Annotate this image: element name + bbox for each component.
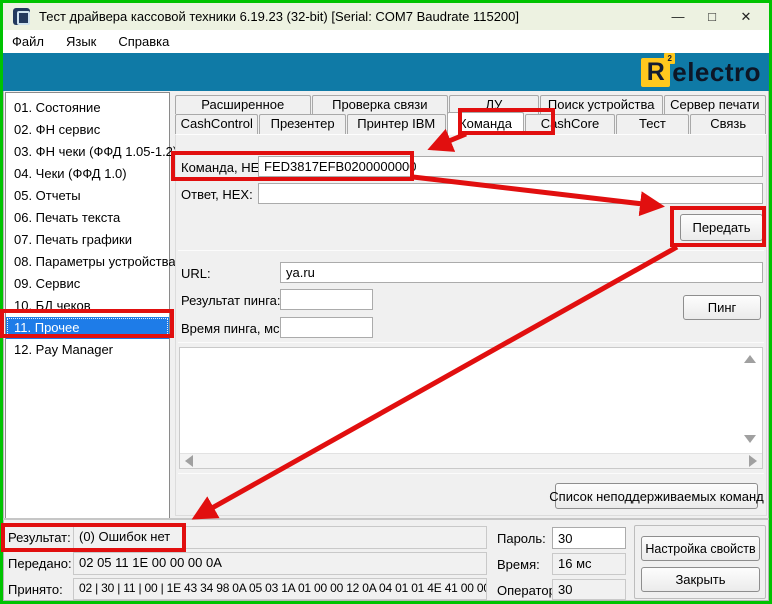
maximize-button[interactable]: □ xyxy=(695,3,729,30)
tab-printer-ibm[interactable]: Принтер IBM xyxy=(347,114,446,134)
ping-result-input[interactable] xyxy=(280,289,373,310)
response-hex-label: Ответ, HEX: xyxy=(181,187,253,202)
status-divider xyxy=(3,518,769,520)
scroll-right-icon[interactable] xyxy=(749,455,757,467)
logo-badge-icon: 2 xyxy=(664,53,675,64)
sidebar-item-fn-receipts[interactable]: 03. ФН чеки (ФФД 1.05-1.2) xyxy=(6,141,169,163)
time-label: Время: xyxy=(497,557,540,572)
sidebar-item-device-params[interactable]: 08. Параметры устройства xyxy=(6,251,169,273)
title-bar: Тест драйвера кассовой техники 6.19.23 (… xyxy=(3,3,769,30)
password-label: Пароль: xyxy=(497,531,546,546)
sidebar-item-receipts[interactable]: 04. Чеки (ФФД 1.0) xyxy=(6,163,169,185)
menu-language[interactable]: Язык xyxy=(55,34,107,49)
scroll-left-icon[interactable] xyxy=(185,455,193,467)
result-value: (0) Ошибок нет xyxy=(73,526,487,549)
brand-banner: R 2 electro xyxy=(3,53,769,91)
logo-wordmark: electro xyxy=(672,57,761,87)
sidebar-item-other[interactable]: 11. Прочее xyxy=(6,317,169,339)
divider xyxy=(178,250,764,251)
divider xyxy=(178,473,764,474)
scroll-up-icon[interactable] xyxy=(744,355,756,363)
sidebar-item-reports[interactable]: 05. Отчеты xyxy=(6,185,169,207)
ping-result-label: Результат пинга: xyxy=(181,293,281,308)
sent-label: Передано: xyxy=(8,556,72,571)
window-title: Тест драйвера кассовой техники 6.19.23 (… xyxy=(39,9,661,24)
tab-cashcore[interactable]: CashCore xyxy=(525,114,614,134)
sidebar-item-receipt-db[interactable]: 10. БД чеков xyxy=(6,295,169,317)
sidebar-item-fn-service[interactable]: 02. ФН сервис xyxy=(6,119,169,141)
ping-button[interactable]: Пинг xyxy=(683,295,761,320)
url-label: URL: xyxy=(181,266,211,281)
tab-command[interactable]: Команда xyxy=(447,112,525,135)
sidebar-item-state[interactable]: 01. Состояние xyxy=(6,97,169,119)
url-input[interactable] xyxy=(280,262,763,283)
close-dialog-button[interactable]: Закрыть xyxy=(641,567,760,592)
sidebar-item-service[interactable]: 09. Сервис xyxy=(6,273,169,295)
section-list: 01. Состояние 02. ФН сервис 03. ФН чеки … xyxy=(5,92,170,520)
unsupported-commands-button[interactable]: Список неподдерживаемых команд xyxy=(555,483,758,509)
tab-presenter[interactable]: Презентер xyxy=(259,114,345,134)
sidebar-item-text-print[interactable]: 06. Печать текста xyxy=(6,207,169,229)
sent-value: 02 05 11 1E 00 00 00 0A xyxy=(73,552,487,575)
app-icon xyxy=(13,8,30,25)
transmit-button[interactable]: Передать xyxy=(680,214,763,241)
app-window: Тест драйвера кассовой техники 6.19.23 (… xyxy=(0,0,772,604)
menu-help[interactable]: Справка xyxy=(107,34,180,49)
tab-connection-check[interactable]: Проверка связи xyxy=(312,95,449,114)
command-hex-input[interactable] xyxy=(258,156,763,177)
tab-device-search[interactable]: Поиск устройства xyxy=(540,95,663,114)
close-button[interactable]: ✕ xyxy=(729,3,763,30)
menu-bar: Файл Язык Справка xyxy=(3,30,769,53)
tab-test[interactable]: Тест xyxy=(616,114,690,134)
ping-time-input[interactable] xyxy=(280,317,373,338)
password-input[interactable] xyxy=(552,527,626,549)
menu-file[interactable]: Файл xyxy=(3,34,55,49)
divider xyxy=(178,342,764,343)
received-value: 02 | 30 | 11 | 00 | 1E 43 34 98 0A 05 03… xyxy=(73,578,487,600)
tab-row-2: CashControl Презентер Принтер IBM Команд… xyxy=(175,114,767,134)
tab-link[interactable]: Связь xyxy=(690,114,766,134)
log-textarea[interactable] xyxy=(179,347,763,469)
tab-cashcontrol[interactable]: CashControl xyxy=(175,114,258,134)
horizontal-scrollbar[interactable] xyxy=(180,453,762,468)
ping-time-label: Время пинга, мс: xyxy=(181,321,283,336)
sidebar-item-pay-manager[interactable]: 12. Pay Manager xyxy=(6,339,169,361)
relectro-logo: R 2 electro xyxy=(641,57,761,87)
tab-extended[interactable]: Расширенное xyxy=(175,95,311,114)
operator-value: 30 xyxy=(552,579,626,600)
response-hex-input[interactable] xyxy=(258,183,763,204)
minimize-button[interactable]: — xyxy=(661,3,695,30)
result-label: Результат: xyxy=(8,530,71,545)
scroll-down-icon[interactable] xyxy=(744,435,756,443)
sidebar-item-graphics-print[interactable]: 07. Печать графики xyxy=(6,229,169,251)
operator-label: Оператор: xyxy=(497,583,559,598)
time-value: 16 мс xyxy=(552,553,626,575)
properties-button[interactable]: Настройка свойств xyxy=(641,536,760,561)
tab-print-server[interactable]: Сервер печати xyxy=(664,95,766,114)
received-label: Принято: xyxy=(8,582,63,597)
